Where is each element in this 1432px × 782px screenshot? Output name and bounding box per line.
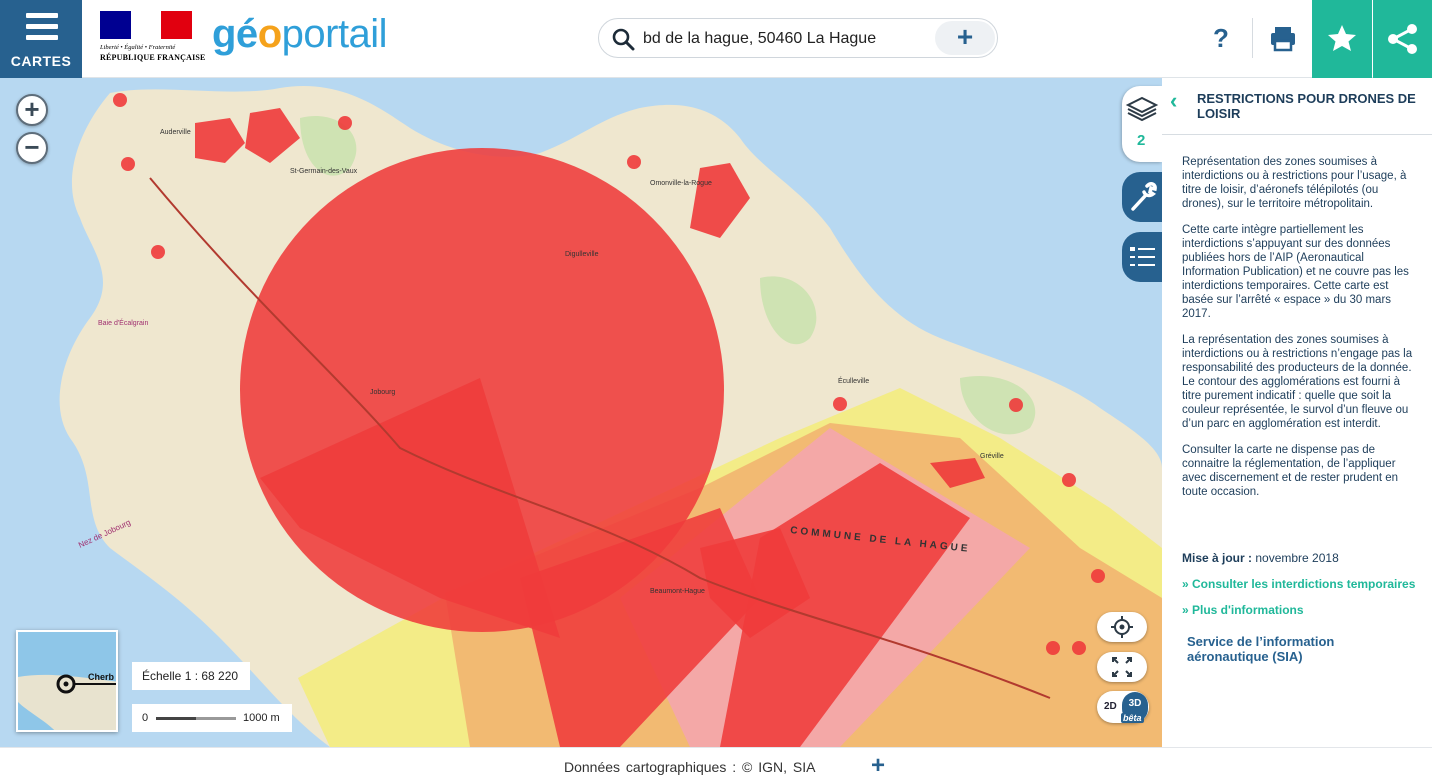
search-input[interactable] (643, 25, 933, 53)
update-label: Mise à jour : (1182, 551, 1253, 565)
label-omonville: Omonville-la-Rogue (650, 180, 712, 187)
panel-title: RESTRICTIONS POUR DRONES DE LOISIR (1197, 91, 1416, 121)
top-bar: CARTES Liberté • Égalité • Fraternité RÉ… (0, 0, 1432, 78)
label-baie: Baie d'Écalgrain (98, 318, 148, 327)
layer-count: 2 (1137, 132, 1146, 149)
search-bar: + (598, 18, 998, 58)
label-eculleville: Éculleville (838, 376, 869, 385)
overview-label: Cherb (88, 672, 115, 682)
map-canvas[interactable]: COMMUNE DE LA HAGUE Jobourg Beaumont-Hag… (0, 78, 1162, 747)
scale-bar-distance: 1000 m (243, 712, 280, 724)
dimension-toggle[interactable]: 2D 3D bêta (1097, 691, 1149, 723)
print-icon (1271, 27, 1295, 52)
panel-paragraph: Représentation des zones soumises à inte… (1182, 156, 1407, 210)
menu-label: CARTES (10, 53, 72, 69)
beta-badge: bêta (1121, 713, 1144, 723)
map-view[interactable]: COMMUNE DE LA HAGUE Jobourg Beaumont-Hag… (0, 78, 1162, 747)
scale-bar: 0 1000 m (132, 704, 292, 732)
wrench-icon (1131, 182, 1157, 211)
panel-body: Représentation des zones soumises à inte… (1182, 155, 1422, 511)
zoom-in-button[interactable]: + (16, 94, 48, 126)
panel-divider (1162, 134, 1432, 135)
share-icon (1388, 24, 1417, 54)
fullscreen-button[interactable] (1097, 652, 1147, 682)
zoom-out-button[interactable]: − (16, 132, 48, 164)
help-button[interactable]: ? (1196, 18, 1246, 58)
brand-portail: portail (281, 12, 388, 56)
share-button[interactable] (1373, 0, 1432, 78)
print-button[interactable] (1258, 18, 1308, 58)
tools-button[interactable] (1122, 172, 1162, 222)
panel-paragraph: Cette carte intègre partiellement les in… (1182, 224, 1409, 320)
layer-info-panel: ‹ RESTRICTIONS POUR DRONES DE LOISIR Rep… (1162, 78, 1432, 747)
layers-button[interactable]: 2 (1122, 86, 1162, 162)
fullscreen-icon (1112, 657, 1132, 677)
overview-canvas: Cherb (18, 672, 116, 730)
toggle-2d[interactable]: 2D (1104, 701, 1117, 712)
panel-paragraph: Consulter la carte ne dispense pas de co… (1182, 444, 1399, 498)
temporary-restrictions-link[interactable]: » Consulter les interdictions temporaire… (1182, 577, 1415, 591)
header-divider (1252, 18, 1253, 58)
label-digulleville: Digulleville (565, 251, 599, 258)
footer: Données cartographiques : © IGN, SIA + (0, 747, 1432, 782)
menu-button[interactable]: CARTES (0, 0, 82, 78)
panel-paragraph: La représentation des zones soumises à i… (1182, 334, 1413, 430)
back-chevron-icon[interactable]: ‹ (1170, 88, 1177, 114)
star-icon (1328, 25, 1356, 51)
flag-icon (100, 11, 193, 39)
label-st-germain: St-Germain-des-Vaux (290, 168, 358, 175)
search-options-button[interactable]: + (935, 21, 995, 55)
overview-map[interactable]: Cherb (16, 630, 118, 732)
label-beaumont: Beaumont-Hague (650, 588, 705, 595)
brand-o: o (257, 12, 282, 56)
more-info-link[interactable]: » Plus d'informations (1182, 603, 1304, 617)
scale-bar-start: 0 (142, 712, 149, 724)
brand-geo: gé (212, 12, 258, 56)
layers-icon (1125, 96, 1159, 122)
target-icon (1111, 616, 1133, 638)
label-jobourg: Jobourg (370, 389, 395, 396)
republique-logo: Liberté • Égalité • Fraternité RÉPUBLIQU… (100, 11, 206, 69)
update-value: novembre 2018 (1255, 551, 1339, 565)
geoportail-logo[interactable]: géoportail (212, 10, 388, 58)
favorites-button[interactable] (1312, 0, 1372, 78)
list-icon (1130, 247, 1155, 266)
label-greville: Gréville (980, 453, 1004, 460)
scale-bar-line (156, 717, 236, 720)
credits-expand-button[interactable]: + (871, 752, 885, 780)
motto: Liberté • Égalité • Fraternité (100, 44, 176, 51)
update-info: Mise à jour : novembre 2018 (1182, 551, 1339, 565)
scale-ratio: Échelle 1 : 68 220 (132, 662, 250, 690)
search-icon[interactable] (611, 27, 635, 51)
sia-link[interactable]: Service de l’information aéronautique (S… (1187, 634, 1387, 664)
map-credits: Données cartographiques : © IGN, SIA (564, 759, 816, 775)
geolocate-button[interactable] (1097, 612, 1147, 642)
label-auderville: Auderville (160, 129, 191, 136)
legend-button[interactable] (1122, 232, 1162, 282)
republic-name: RÉPUBLIQUE FRANÇAISE (100, 53, 206, 62)
hamburger-icon (26, 13, 58, 46)
